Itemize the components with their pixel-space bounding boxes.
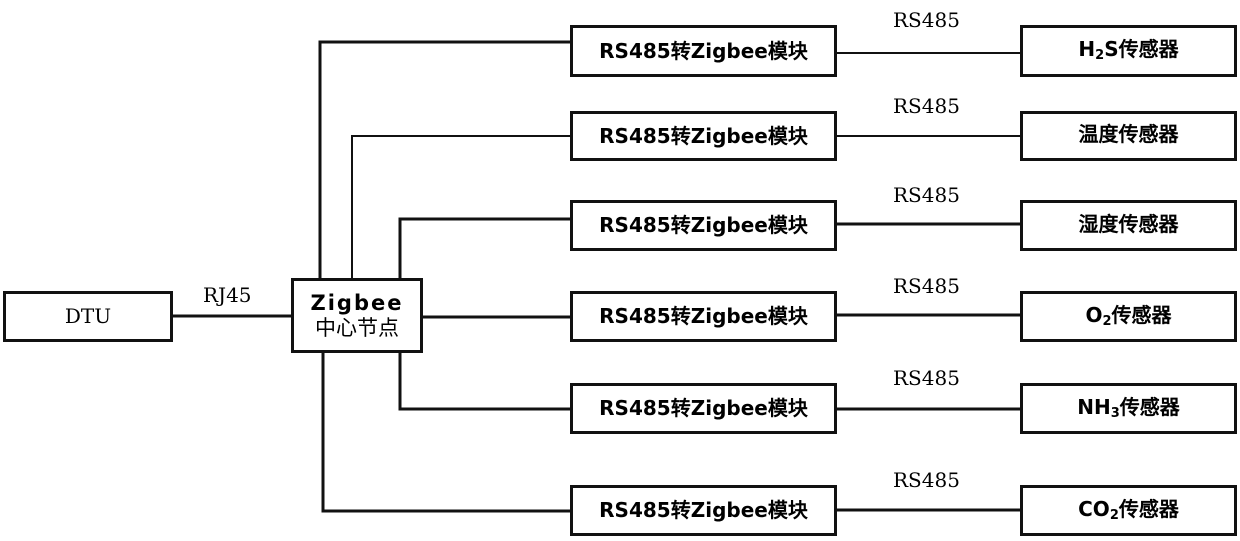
sensor-label: CO2传感器 (1078, 496, 1179, 524)
sensor-label: 温度传感器 (1079, 123, 1179, 149)
sensor-label-subscript: 2 (1109, 507, 1119, 523)
module-label: RS485转Zigbee模块 (599, 304, 808, 328)
sensor-box: 湿度传感器 (1020, 200, 1237, 251)
rs485-zigbee-module-box: RS485转Zigbee模块 (570, 383, 837, 434)
zigbee-hub-box: Zigbee 中心节点 (291, 278, 423, 353)
sensor-label: 湿度传感器 (1078, 211, 1179, 239)
sensor-label-prefix: 温度传感器 (1078, 122, 1179, 147)
sensor-label-prefix: 湿度传感器 (1078, 211, 1179, 236)
sensor-label-subscript: 2 (1095, 48, 1105, 64)
sensor-label-prefix: CO (1078, 496, 1110, 521)
rs485-link-label: RS485 (893, 183, 960, 207)
rs485-link-label: RS485 (893, 366, 960, 390)
hub-label-line2: 中心节点 (315, 315, 399, 340)
sensor-label: O2传感器 (1085, 302, 1172, 330)
sensor-box: 温度传感器 (1020, 111, 1237, 161)
link-hub-module-3 (398, 217, 570, 278)
hub-label-line1: Zigbee (310, 291, 404, 316)
dtu-label: DTU (64, 304, 112, 328)
sensor-box: NH3传感器 (1020, 383, 1237, 434)
rs485-link-label: RS485 (893, 94, 960, 118)
module-label: RS485转Zigbee模块 (599, 123, 808, 148)
rs485-link-label: RS485 (893, 8, 960, 32)
rs485-zigbee-module-box: RS485转Zigbee模块 (570, 111, 837, 161)
dtu-box: DTU (3, 291, 173, 342)
link-hub-module-2 (351, 135, 570, 278)
sensor-label-suffix: 传感器 (1119, 394, 1180, 419)
sensor-box: H2S传感器 (1020, 25, 1237, 77)
link-hub-module-5 (398, 352, 570, 411)
rs485-zigbee-module-box: RS485转Zigbee模块 (570, 485, 837, 536)
module-label: RS485转Zigbee模块 (599, 38, 808, 63)
sensor-label-subscript: 3 (1110, 405, 1120, 421)
rs485-link-label: RS485 (893, 468, 960, 492)
rs485-zigbee-module-box: RS485转Zigbee模块 (570, 25, 837, 77)
connector-lines (172, 40, 1020, 513)
sensor-label-subscript: 2 (1102, 313, 1112, 329)
sensor-label-suffix: 传感器 (1118, 496, 1179, 521)
sensor-label: NH3传感器 (1077, 394, 1180, 422)
sensor-box: O2传感器 (1020, 291, 1237, 342)
sensor-label-prefix: NH (1077, 394, 1111, 419)
link-hub-module-1 (318, 40, 570, 278)
module-label: RS485转Zigbee模块 (599, 213, 808, 237)
link-hub-module-6 (321, 352, 570, 513)
sensor-label-prefix: O (1085, 302, 1103, 327)
sensor-label-suffix: S传感器 (1104, 37, 1179, 62)
module-label: RS485转Zigbee模块 (599, 396, 808, 420)
rs485-zigbee-module-box: RS485转Zigbee模块 (570, 200, 837, 251)
sensor-box: CO2传感器 (1020, 485, 1237, 536)
sensor-label-suffix: 传感器 (1111, 302, 1172, 327)
module-label: RS485转Zigbee模块 (599, 498, 808, 522)
rs485-zigbee-module-box: RS485转Zigbee模块 (570, 291, 837, 342)
sensor-label-prefix: H (1078, 37, 1096, 62)
sensor-label: H2S传感器 (1078, 38, 1178, 64)
rs485-link-label: RS485 (893, 274, 960, 298)
rj45-label: RJ45 (203, 283, 252, 307)
